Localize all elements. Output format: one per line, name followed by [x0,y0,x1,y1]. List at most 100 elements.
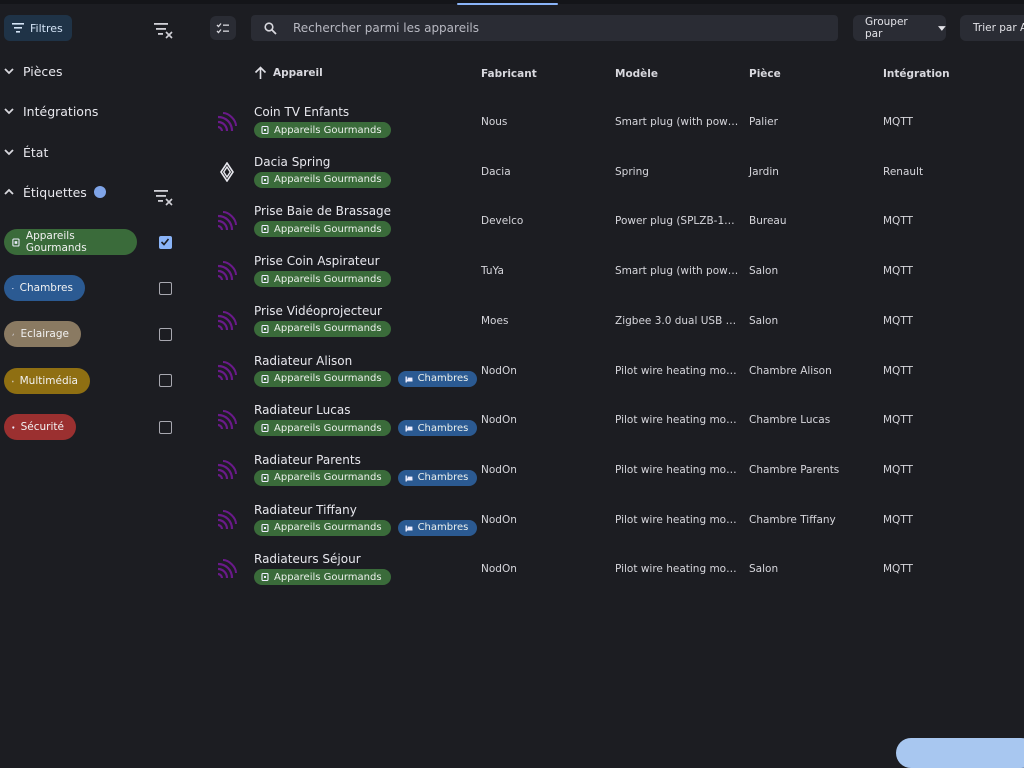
device-room: Chambre Tiffany [749,514,836,526]
label-filter-name: Multimédia [20,375,78,387]
search-box [251,15,838,41]
table-row[interactable]: Radiateur Parents Appareils Gourmands Cham… [210,446,1024,496]
device-model: Spring [615,166,649,178]
device-integration: MQTT [883,464,913,476]
filters-button[interactable]: Filtres [4,15,72,41]
section-label: Pièces [23,64,63,79]
plug-icon [261,176,269,184]
chevron-up-icon [2,185,16,199]
tag-chip-label: Appareils Gourmands [274,373,382,384]
tag-chip-label: Appareils Gourmands [274,572,382,583]
device-tags: Appareils Gourmands [254,122,391,138]
mqtt-icon [217,112,237,132]
mqtt-icon [217,311,237,331]
search-input[interactable] [291,20,838,36]
device-tags: Appareils Gourmands Chambres [254,371,477,387]
tag-chip-label: Chambres [418,373,469,384]
table-row[interactable]: Prise Baie de BrassageAppareils Gourmand… [210,197,1024,247]
group-by-button[interactable]: Grouper par [853,15,946,41]
section-integrations[interactable]: Intégrations [0,99,190,123]
device-tags: Appareils Gourmands [254,321,391,337]
device-room: Palier [749,116,778,128]
header-model[interactable]: Modèle [615,68,658,80]
tag-chip-appareils-gourmands: Appareils Gourmands [254,271,391,287]
device-tags: Appareils Gourmands [254,569,391,585]
tag-chip-appareils-gourmands: Appareils Gourmands [254,420,391,436]
tag-chip-label: Appareils Gourmands [274,472,382,483]
tag-chip-chambres: Chambres [398,520,478,536]
tag-chip-appareils-gourmands: Appareils Gourmands [254,470,391,486]
active-tab-indicator [457,3,558,5]
label-filter-eclairage[interactable]: Eclairage [4,321,81,347]
label-filter-multimedia[interactable]: Multimédia [4,368,90,394]
label-filter-chambres[interactable]: Chambres [4,275,85,301]
device-room: Bureau [749,215,787,227]
tag-chip-label: Chambres [418,522,469,533]
table-row[interactable]: Radiateur Alison Appareils Gourmands Chamb… [210,347,1024,397]
device-tags: Appareils Gourmands [254,271,391,287]
device-name: Radiateur Parents [254,453,361,467]
device-name: Radiateurs Séjour [254,552,361,566]
device-integration: MQTT [883,315,913,327]
tag-chip-appareils-gourmands: Appareils Gourmands [254,569,391,585]
table-row[interactable]: Radiateur TiffanyAppareils GourmandsCham… [210,496,1024,546]
device-model: Pilot wire heating mo… [615,464,737,476]
sort-by-button[interactable]: Trier par Ap [960,15,1024,41]
table-row[interactable]: Radiateur LucasAppareils GourmandsChambr… [210,396,1024,446]
tag-chip-chambres: Chambres [398,371,478,387]
tag-chip-appareils-gourmands: Appareils Gourmands [254,520,391,536]
chevron-down-icon [2,104,16,118]
tag-chip-appareils-gourmands: Appareils Gourmands [254,172,391,188]
header-room[interactable]: Pièce [749,68,781,80]
table-row[interactable]: Dacia SpringAppareils GourmandsDaciaSpri… [210,148,1024,198]
label-checkbox-multimedia[interactable] [159,374,172,387]
section-state[interactable]: État [0,140,190,164]
checklist-icon [216,22,230,34]
tag-chip-label: Appareils Gourmands [274,323,382,334]
label-checkbox-appareils-gourmands[interactable] [159,236,172,249]
device-name: Prise Coin Aspirateur [254,254,380,268]
device-manufacturer: Moes [481,315,508,327]
table-row[interactable]: Coin TV EnfantsAppareils GourmandsNousSm… [210,98,1024,148]
header-manufacturer[interactable]: Fabricant [481,68,537,80]
clear-label-filters-icon[interactable] [152,187,174,207]
device-manufacturer: TuYa [481,265,504,277]
section-rooms[interactable]: Pièces [0,59,190,83]
label-filter-securite[interactable]: Sécurité [4,414,76,440]
device-model: Smart plug (with pow… [615,265,738,277]
device-room: Salon [749,265,778,277]
plug-icon [12,238,20,247]
header-device[interactable]: Appareil [254,66,323,80]
device-model: Smart plug (with pow… [615,116,738,128]
tag-chip-label: Appareils Gourmands [274,274,382,285]
device-tags: Appareils Gourmands [254,221,391,237]
header-integration[interactable]: Intégration [883,68,950,80]
device-room: Salon [749,315,778,327]
device-manufacturer: NodOn [481,563,517,575]
device-room: Salon [749,563,778,575]
device-integration: MQTT [883,563,913,575]
device-name: Radiateur Alison [254,354,352,368]
device-tags: Appareils Gourmands [254,172,391,188]
plug-icon [261,325,269,333]
table-row[interactable]: Prise VidéoprojecteurAppareils Gourmands… [210,297,1024,347]
label-filter-name: Appareils Gourmands [26,230,125,254]
plug-icon [261,524,269,532]
clear-filters-icon[interactable] [152,20,174,40]
section-label: Intégrations [23,104,98,119]
device-manufacturer: NodOn [481,464,517,476]
tag-chip-chambres: Chambres [398,470,478,486]
active-filter-badge [94,186,106,198]
label-checkbox-eclairage[interactable] [159,328,172,341]
multi-select-button[interactable] [210,16,236,40]
plug-icon [261,424,269,432]
add-device-button[interactable] [896,738,1024,768]
check-icon [160,237,170,247]
table-row[interactable]: Prise Coin Aspirateur Appareils Gourmands… [210,247,1024,297]
label-checkbox-chambres[interactable] [159,282,172,295]
table-row[interactable]: Radiateurs Séjour Appareils Gourmands NodO… [210,545,1024,595]
label-filter-name: Chambres [20,282,73,294]
label-filter-appareils-gourmands[interactable]: Appareils Gourmands [4,229,137,255]
mqtt-icon [217,410,237,430]
label-checkbox-securite[interactable] [159,421,172,434]
